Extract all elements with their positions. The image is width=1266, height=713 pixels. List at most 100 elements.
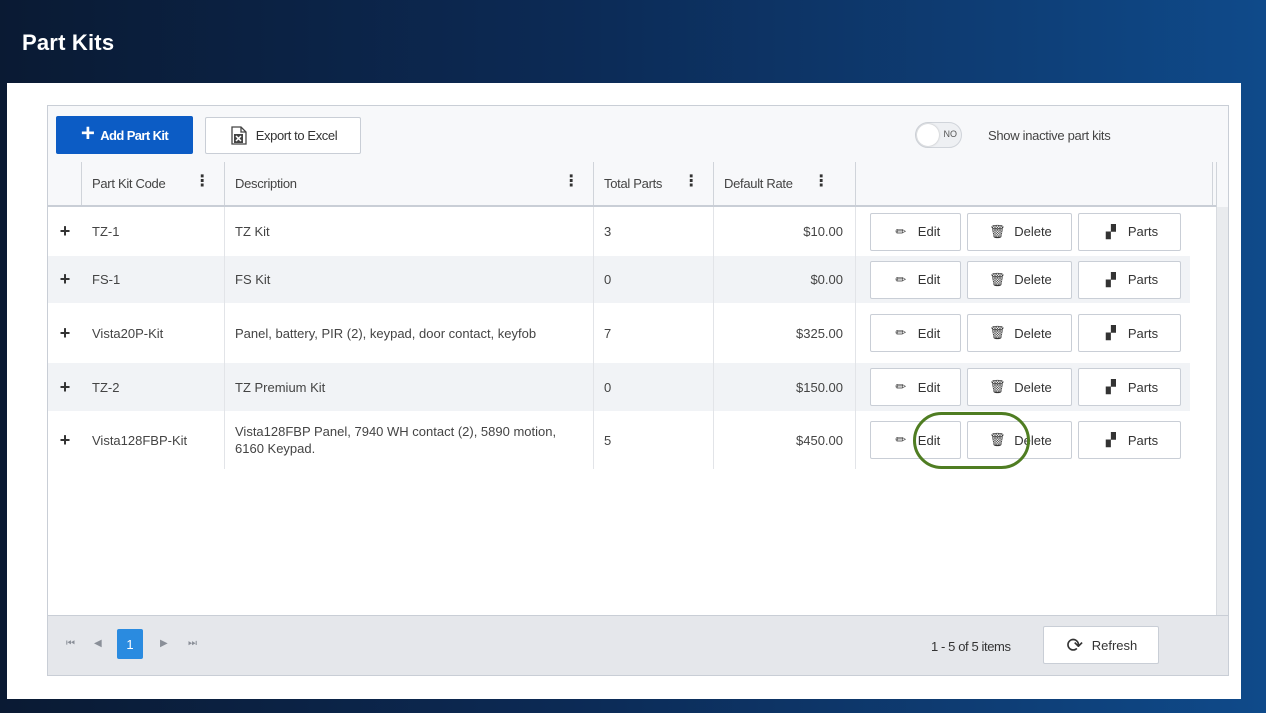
vertical-scrollbar[interactable]	[1216, 207, 1228, 618]
delete-label: Delete	[1014, 325, 1052, 341]
pencil-icon: ✏	[895, 271, 907, 287]
header-label: Default Rate	[724, 176, 793, 191]
default-rate-cell: $0.00	[714, 256, 856, 303]
table-row: + FS-1 FS Kit 0 $0.00 ✏ Edit 🗑 Delete ▞ Par…	[48, 256, 1190, 303]
total-parts-cell: 3	[594, 207, 714, 256]
delete-button[interactable]: 🗑 Delete	[967, 212, 1072, 251]
scrollbar-header-spacer	[1216, 162, 1228, 207]
edit-label: Edit	[917, 272, 941, 287]
header-expand-column	[48, 162, 82, 205]
delete-button[interactable]: 🗑 Delete	[967, 421, 1072, 459]
expand-row-icon[interactable]: +	[48, 303, 82, 363]
part-kits-grid: + Add Part Kit Export to Excel NO Show i…	[47, 105, 1229, 676]
pencil-icon: ✏	[895, 432, 907, 447]
expand-row-icon[interactable]: +	[48, 256, 82, 303]
parts-button[interactable]: ▞ Parts	[1078, 260, 1181, 299]
add-part-kit-button[interactable]: + Add Part Kit	[56, 116, 193, 154]
header-label: Description	[235, 176, 297, 191]
default-rate-cell: $450.00	[714, 411, 856, 469]
table-row: + Vista20P-Kit Panel, battery, PIR (2), …	[48, 303, 1190, 363]
default-rate-cell: $150.00	[714, 363, 856, 411]
grid-toolbar: + Add Part Kit Export to Excel NO Show i…	[48, 106, 1228, 163]
pencil-icon: ✏	[895, 325, 907, 340]
delete-label: Delete	[1014, 224, 1052, 239]
page-number-current[interactable]: 1	[117, 629, 143, 659]
parts-icon: ▞	[1105, 432, 1116, 447]
edit-button[interactable]: ✏ Edit	[870, 368, 961, 406]
delete-label: Delete	[1014, 432, 1052, 448]
parts-label: Parts	[1127, 224, 1159, 239]
export-label: Export to Excel	[255, 128, 338, 143]
edit-button[interactable]: ✏ Edit	[870, 314, 961, 352]
header-total-parts[interactable]: Total Parts ⋮	[594, 162, 714, 205]
default-rate-cell: $325.00	[714, 303, 856, 363]
column-menu-icon[interactable]: ⋮	[683, 174, 699, 190]
header-part-kit-code[interactable]: Part Kit Code ⋮	[82, 162, 225, 205]
header-label: Total Parts	[604, 176, 663, 191]
plus-icon: +	[80, 119, 95, 147]
edit-label: Edit	[917, 325, 941, 341]
edit-label: Edit	[917, 224, 941, 239]
trash-icon: 🗑	[988, 325, 1006, 340]
page-title: Part Kits	[22, 30, 115, 55]
description-cell: Vista128FBP Panel, 7940 WH contact (2), …	[225, 411, 594, 469]
pager-info: 1 - 5 of 5 items	[931, 639, 1011, 654]
show-inactive-toggle[interactable]: NO	[915, 122, 962, 148]
pager: ⏮ ◀ 1 ▶ ⏭ 1 - 5 of 5 items ⟳ Refresh	[48, 615, 1228, 675]
refresh-icon: ⟳	[1066, 634, 1084, 657]
total-parts-cell: 0	[594, 363, 714, 411]
actions-cell: ✏ Edit 🗑 Delete ▞ Parts	[856, 411, 1190, 469]
refresh-button[interactable]: ⟳ Refresh	[1043, 626, 1159, 664]
grid-header: Part Kit Code ⋮ Description ⋮ Total Part…	[48, 162, 1228, 207]
next-page-icon[interactable]: ▶	[160, 638, 168, 649]
table-row: + TZ-1 TZ Kit 3 $10.00 ✏ Edit 🗑 Delete ▞ Pa…	[48, 207, 1190, 256]
part-kit-code-cell: Vista128FBP-Kit	[82, 411, 225, 469]
expand-row-icon[interactable]: +	[48, 363, 82, 411]
expand-row-icon[interactable]: +	[48, 411, 82, 469]
description-cell: TZ Premium Kit	[225, 363, 594, 411]
actions-cell: ✏ Edit 🗑 Delete ▞ Parts	[856, 207, 1190, 256]
parts-button[interactable]: ▞ Parts	[1078, 212, 1181, 251]
edit-button[interactable]: ✏ Edit	[870, 260, 961, 299]
edit-label: Edit	[917, 432, 941, 448]
edit-button[interactable]: ✏ Edit	[870, 212, 961, 251]
column-menu-icon[interactable]: ⋮	[194, 174, 210, 190]
parts-label: Parts	[1127, 379, 1159, 395]
first-page-icon[interactable]: ⏮	[66, 638, 75, 649]
last-page-icon[interactable]: ⏭	[188, 638, 197, 649]
previous-page-icon[interactable]: ◀	[94, 638, 102, 649]
excel-icon	[229, 126, 249, 146]
edit-button[interactable]: ✏ Edit	[870, 421, 961, 459]
total-parts-cell: 5	[594, 411, 714, 469]
column-menu-icon[interactable]: ⋮	[563, 174, 579, 190]
description-cell: TZ Kit	[225, 207, 594, 256]
table-row: + Vista128FBP-Kit Vista128FBP Panel, 794…	[48, 411, 1190, 469]
toggle-knob	[917, 124, 939, 146]
refresh-label: Refresh	[1091, 637, 1138, 653]
pencil-icon: ✏	[895, 223, 907, 239]
trash-icon: 🗑	[988, 223, 1006, 239]
delete-button[interactable]: 🗑 Delete	[967, 260, 1072, 299]
trash-icon: 🗑	[988, 271, 1006, 287]
delete-label: Delete	[1014, 379, 1052, 395]
part-kit-code-cell: TZ-2	[82, 363, 225, 411]
delete-button[interactable]: 🗑 Delete	[967, 314, 1072, 352]
parts-button[interactable]: ▞ Parts	[1078, 421, 1181, 459]
header-default-rate[interactable]: Default Rate ⋮	[714, 162, 856, 205]
header-description[interactable]: Description ⋮	[225, 162, 594, 205]
parts-button[interactable]: ▞ Parts	[1078, 314, 1181, 352]
parts-icon: ▞	[1105, 325, 1116, 340]
column-menu-icon[interactable]: ⋮	[813, 174, 829, 190]
total-parts-cell: 7	[594, 303, 714, 363]
export-to-excel-button[interactable]: Export to Excel	[205, 117, 361, 154]
expand-row-icon[interactable]: +	[48, 207, 82, 256]
delete-label: Delete	[1014, 272, 1052, 287]
part-kit-code-cell: Vista20P-Kit	[82, 303, 225, 363]
total-parts-cell: 0	[594, 256, 714, 303]
header-label: Part Kit Code	[92, 176, 166, 191]
actions-cell: ✏ Edit 🗑 Delete ▞ Parts	[856, 256, 1190, 303]
delete-button[interactable]: 🗑 Delete	[967, 368, 1072, 406]
part-kit-code-cell: TZ-1	[82, 207, 225, 256]
parts-button[interactable]: ▞ Parts	[1078, 368, 1181, 406]
show-inactive-label: Show inactive part kits	[988, 128, 1111, 143]
